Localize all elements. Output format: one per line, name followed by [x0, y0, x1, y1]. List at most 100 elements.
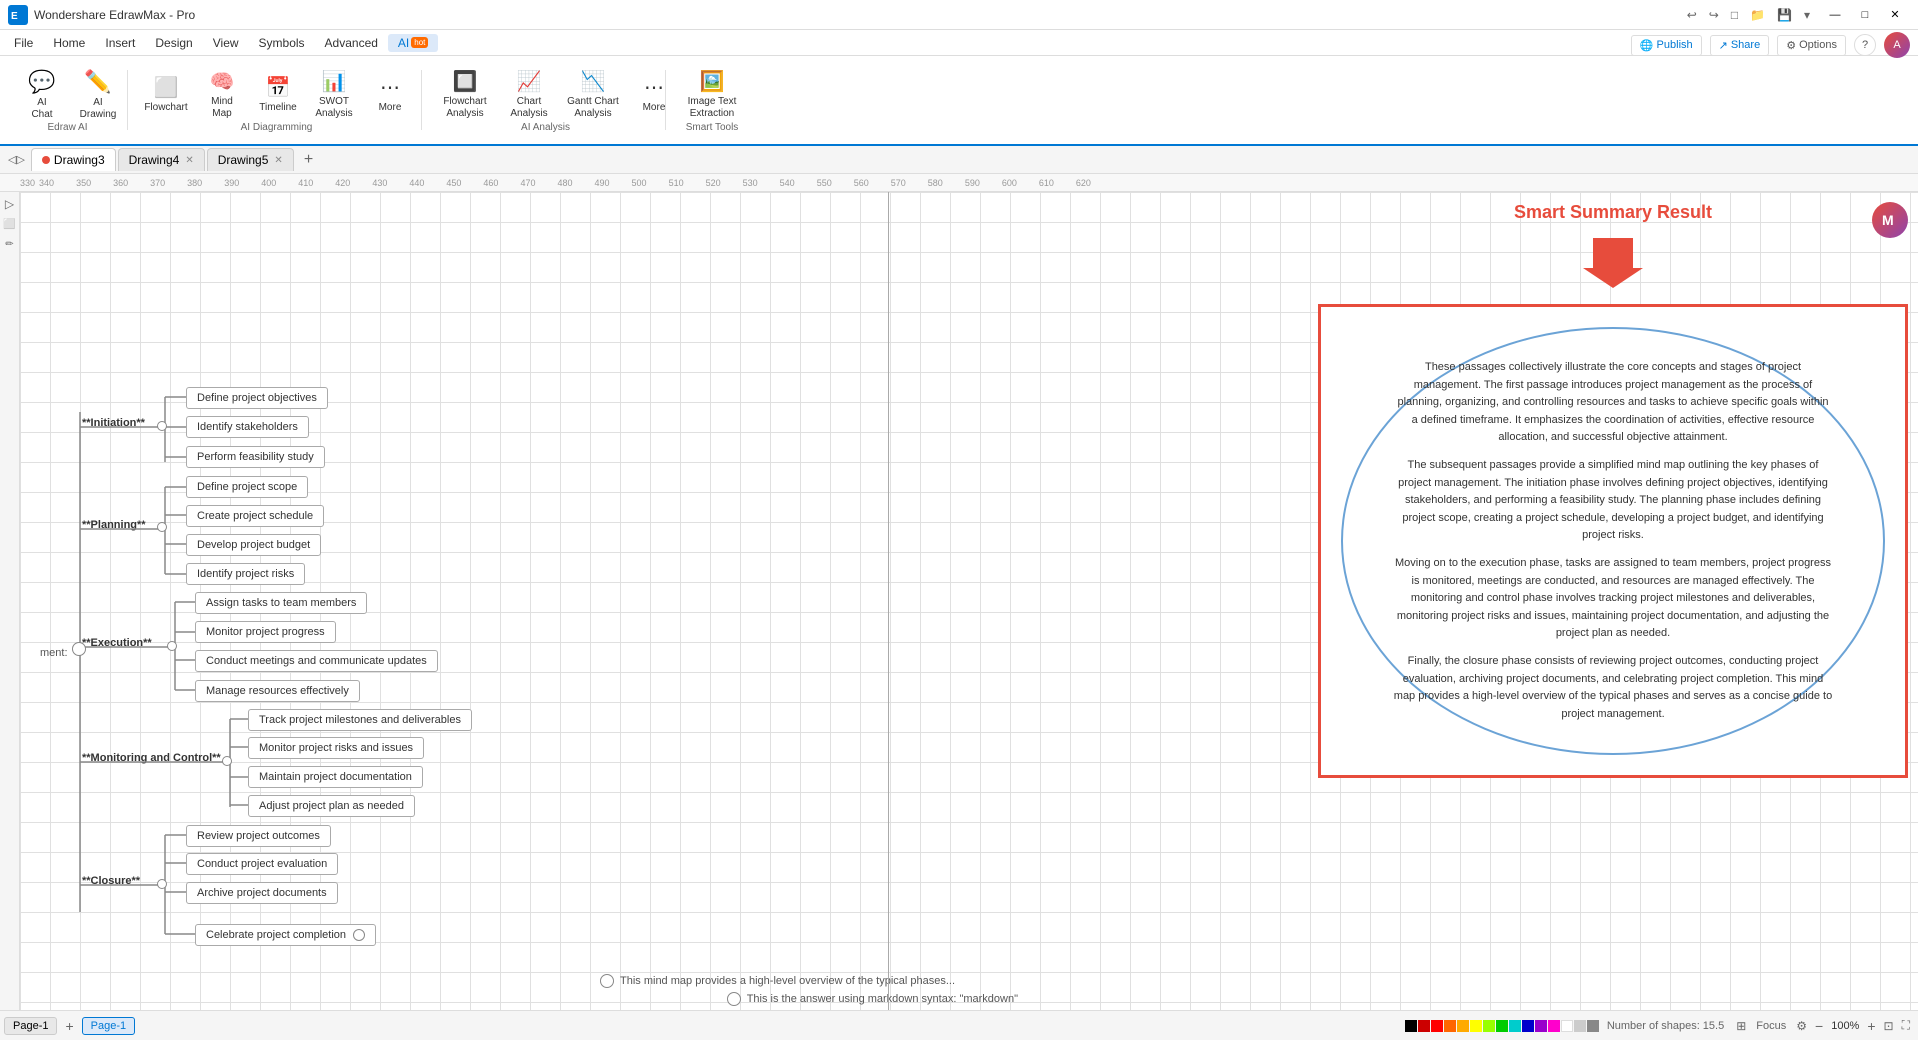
color-gray[interactable]: [1587, 1020, 1599, 1032]
mm-node-monitor-risks[interactable]: Monitor project risks and issues: [248, 737, 424, 759]
mm-node-track-milestones[interactable]: Track project milestones and deliverable…: [248, 709, 472, 731]
color-light-green[interactable]: [1483, 1020, 1495, 1032]
color-pink[interactable]: [1548, 1020, 1560, 1032]
ribbon-group-label-analysis: AI Analysis: [434, 122, 657, 133]
tab-dot: [42, 156, 50, 164]
mm-node-assign-tasks[interactable]: Assign tasks to team members: [195, 592, 367, 614]
zoom-out-btn[interactable]: −: [1811, 1016, 1827, 1036]
mm-node-identify-stakeholders[interactable]: Identify stakeholders: [186, 416, 309, 438]
fit-width-btn[interactable]: ⊡: [1880, 1017, 1898, 1035]
close-btn[interactable]: ✕: [1880, 5, 1910, 25]
color-green[interactable]: [1496, 1020, 1508, 1032]
redo-btn[interactable]: ↪: [1703, 6, 1725, 24]
mm-node-review-outcomes[interactable]: Review project outcomes: [186, 825, 331, 847]
settings-btn[interactable]: ⚙: [1792, 1017, 1811, 1035]
mm-node-define-scope[interactable]: Define project scope: [186, 476, 308, 498]
mm-node-conduct-evaluation[interactable]: Conduct project evaluation: [186, 853, 338, 875]
page-tab-1-inactive[interactable]: Page-1: [4, 1017, 57, 1035]
new-file-btn[interactable]: □: [1725, 6, 1744, 24]
mm-node-adjust-plan[interactable]: Adjust project plan as needed: [248, 795, 415, 817]
color-red[interactable]: [1431, 1020, 1443, 1032]
fit-page-btn[interactable]: ⊞: [1732, 1017, 1750, 1035]
drawing-canvas[interactable]: M: [20, 192, 1918, 1010]
mm-node-maintain-docs[interactable]: Maintain project documentation: [248, 766, 423, 788]
flowchart-btn[interactable]: ⬜ Flowchart: [140, 70, 192, 120]
fullscreen-btn[interactable]: ⛶: [1898, 1016, 1914, 1035]
mm-node-celebrate[interactable]: Celebrate project completion: [195, 924, 376, 946]
sidebar-tool-2[interactable]: ⬜: [2, 216, 18, 232]
ai-chat-btn[interactable]: 💬 AIChat: [16, 70, 68, 120]
user-avatar[interactable]: A: [1884, 32, 1910, 58]
image-text-extraction-btn[interactable]: 🖼️ Image TextExtraction: [678, 70, 746, 120]
sidebar-tool-1[interactable]: ▷: [2, 196, 18, 212]
maximize-btn[interactable]: □: [1850, 5, 1880, 25]
undo-btn[interactable]: ↩: [1681, 6, 1703, 24]
mm-node-monitor-progress[interactable]: Monitor project progress: [195, 621, 336, 643]
flowchart-analysis-btn[interactable]: 🔲 FlowchartAnalysis: [434, 70, 496, 120]
mm-node-identify-risks[interactable]: Identify project risks: [186, 563, 305, 585]
mm-node-manage-resources[interactable]: Manage resources effectively: [195, 680, 360, 702]
phase-initiation-circle: [157, 421, 167, 431]
color-orange-red[interactable]: [1444, 1020, 1456, 1032]
open-btn[interactable]: 📁: [1744, 6, 1771, 24]
minimize-btn[interactable]: —: [1820, 5, 1850, 25]
timeline-btn[interactable]: 📅 Timeline: [252, 70, 304, 120]
mm-node-archive-docs[interactable]: Archive project documents: [186, 882, 338, 904]
menu-home[interactable]: Home: [43, 34, 95, 52]
menu-view[interactable]: View: [203, 34, 249, 52]
tab-drawing3[interactable]: Drawing3: [31, 148, 116, 171]
phase-execution-circle: [167, 641, 177, 651]
color-blue[interactable]: [1522, 1020, 1534, 1032]
help-btn[interactable]: ?: [1854, 34, 1876, 56]
add-page-btn[interactable]: +: [59, 1016, 79, 1036]
options-btn[interactable]: ⚙ Options: [1777, 35, 1846, 56]
more-diagramming-btn[interactable]: ⋯ More: [364, 70, 416, 120]
mm-node-conduct-meetings[interactable]: Conduct meetings and communicate updates: [195, 650, 438, 672]
chart-analysis-btn[interactable]: 📈 ChartAnalysis: [500, 70, 558, 120]
more-diagramming-icon: ⋯: [380, 76, 400, 100]
tab-close-drawing4[interactable]: ✕: [185, 155, 193, 166]
color-purple[interactable]: [1535, 1020, 1547, 1032]
ai-drawing-btn[interactable]: ✏️ AIDrawing: [72, 70, 124, 120]
color-orange[interactable]: [1457, 1020, 1469, 1032]
focus-btn[interactable]: Focus: [1750, 1018, 1792, 1034]
phase-execution-label: **Execution**: [82, 637, 152, 649]
share-btn[interactable]: ↗ Share: [1710, 35, 1770, 56]
color-black[interactable]: [1405, 1020, 1417, 1032]
sidebar-tool-3[interactable]: ✏: [2, 236, 18, 252]
swot-btn[interactable]: 📊 SWOTAnalysis: [308, 70, 360, 120]
menu-symbols[interactable]: Symbols: [249, 34, 315, 52]
color-light-gray[interactable]: [1574, 1020, 1586, 1032]
mm-node-feasibility[interactable]: Perform feasibility study: [186, 446, 325, 468]
mm-node-develop-budget[interactable]: Develop project budget: [186, 534, 321, 556]
mm-node-define-objectives[interactable]: Define project objectives: [186, 387, 328, 409]
menu-ai[interactable]: AI hot: [388, 34, 438, 52]
color-yellow[interactable]: [1470, 1020, 1482, 1032]
more-toolbar-btn[interactable]: ▾: [1798, 6, 1816, 24]
ribbon-group-smart-tools: 🖼️ Image TextExtraction Smart Tools: [670, 70, 754, 130]
swot-icon: 📊: [322, 70, 347, 94]
page-tab-1-active[interactable]: Page-1: [82, 1017, 135, 1035]
canvas-area[interactable]: M: [20, 192, 1918, 1010]
color-teal[interactable]: [1509, 1020, 1521, 1032]
tabs-bar: ◁▷ Drawing3 Drawing4 ✕ Drawing5 ✕ +: [0, 146, 1918, 174]
mind-map-icon: 🧠: [210, 70, 235, 94]
publish-btn[interactable]: 🌐 🌐 Publish Publish: [1631, 35, 1702, 56]
gantt-analysis-btn[interactable]: 📉 Gantt ChartAnalysis: [562, 70, 624, 120]
smart-summary-panel: Smart Summary Result These passages coll…: [1318, 202, 1908, 862]
zoom-in-btn[interactable]: +: [1863, 1016, 1879, 1036]
sidebar-collapse-btn[interactable]: ◁▷: [4, 151, 29, 168]
mind-map-btn[interactable]: 🧠 MindMap: [196, 70, 248, 120]
tab-close-drawing5[interactable]: ✕: [274, 155, 282, 166]
tab-drawing4[interactable]: Drawing4 ✕: [118, 148, 205, 171]
color-dark-red[interactable]: [1418, 1020, 1430, 1032]
save-btn[interactable]: 💾: [1771, 6, 1798, 24]
tab-drawing5[interactable]: Drawing5 ✕: [207, 148, 294, 171]
menu-design[interactable]: Design: [145, 34, 202, 52]
menu-insert[interactable]: Insert: [95, 34, 145, 52]
menu-advanced[interactable]: Advanced: [315, 34, 388, 52]
menu-file[interactable]: File: [4, 34, 43, 52]
mm-node-create-schedule[interactable]: Create project schedule: [186, 505, 324, 527]
add-tab-btn[interactable]: +: [296, 149, 321, 171]
color-white[interactable]: [1561, 1020, 1573, 1032]
